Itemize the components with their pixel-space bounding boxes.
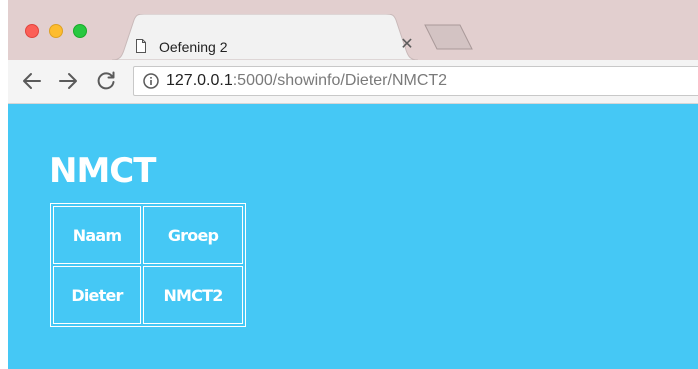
minimize-window-button[interactable]: [49, 24, 63, 38]
page-content: NMCT Naam Groep Dieter NMCT2: [8, 104, 698, 369]
table-header-groep: Groep: [143, 206, 243, 264]
url-host: 127.0.0.1: [166, 72, 233, 89]
close-window-button[interactable]: [25, 24, 39, 38]
reload-icon[interactable]: [94, 69, 118, 93]
back-arrow-icon[interactable]: [20, 69, 44, 93]
url-text[interactable]: 127.0.0.1:5000/showinfo/Dieter/NMCT2: [166, 72, 447, 90]
browser-tab[interactable]: Oefening 2 ✕: [112, 14, 418, 60]
table-header-row: Naam Groep: [53, 206, 243, 264]
info-table: Naam Groep Dieter NMCT2: [50, 203, 246, 327]
new-tab-icon[interactable]: [424, 24, 474, 50]
tab-close-icon[interactable]: ✕: [400, 37, 414, 53]
browser-toolbar: 127.0.0.1:5000/showinfo/Dieter/NMCT2: [8, 60, 698, 104]
tab-title: Oefening 2: [159, 39, 228, 55]
table-cell-groep: NMCT2: [143, 266, 243, 324]
page-title: NMCT: [49, 151, 156, 191]
tab-strip: Oefening 2 ✕: [8, 0, 698, 60]
tab-background: [112, 14, 418, 60]
table-cell-naam: Dieter: [53, 266, 141, 324]
forward-arrow-icon[interactable]: [56, 69, 80, 93]
url-path: :5000/showinfo/Dieter/NMCT2: [232, 72, 448, 89]
browser-window: Oefening 2 ✕ 127.0.0.1:5000/showinfo/Die…: [8, 0, 698, 369]
address-bar[interactable]: 127.0.0.1:5000/showinfo/Dieter/NMCT2: [133, 66, 698, 96]
page-icon: [136, 39, 146, 53]
info-icon[interactable]: [143, 73, 159, 89]
table-header-naam: Naam: [53, 206, 141, 264]
table-row: Dieter NMCT2: [53, 266, 243, 324]
maximize-window-button[interactable]: [73, 24, 87, 38]
